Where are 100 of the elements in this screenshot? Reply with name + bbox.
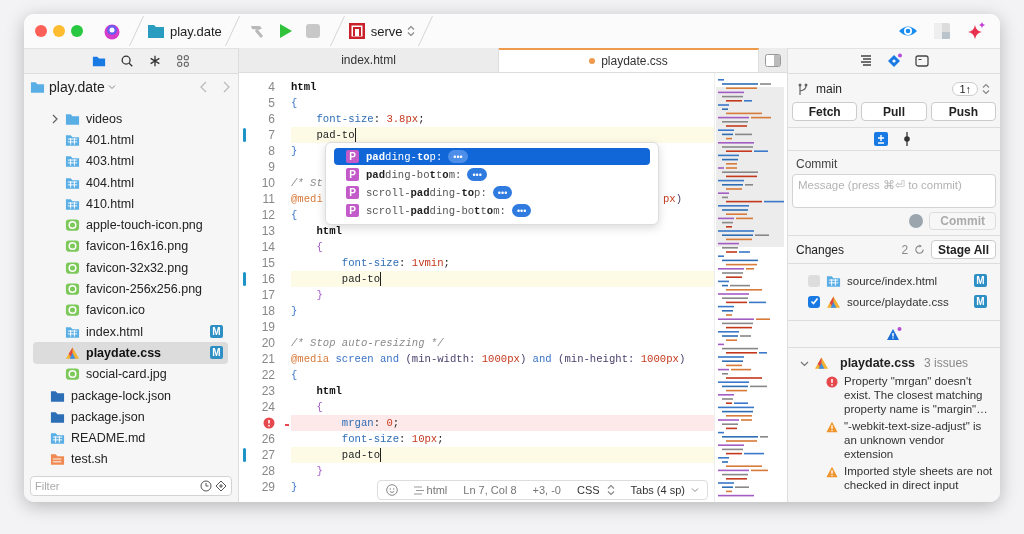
file-row[interactable]: videos [33, 108, 228, 130]
warning-icon[interactable] [886, 326, 902, 342]
checkbox[interactable] [808, 274, 820, 287]
line-number: 27 [261, 448, 275, 462]
file-name: playdate.css [86, 345, 162, 360]
git-action-button[interactable]: Fetch [792, 102, 858, 121]
line-number: 20 [261, 336, 275, 350]
file-name: package-lock.json [71, 388, 172, 403]
project-root[interactable]: play.date [49, 79, 105, 95]
folder-icon[interactable] [92, 54, 106, 68]
more-button[interactable]: ••• [511, 204, 532, 217]
chevron-right-icon[interactable] [51, 113, 59, 124]
file-path[interactable]: source/playdate.css [847, 295, 949, 308]
completion-item[interactable]: P padding-bottom: ••• [334, 166, 650, 183]
plus-square-icon[interactable] [874, 132, 888, 146]
changes-count: 2 [901, 242, 909, 257]
modified-badge: M [974, 274, 987, 287]
filter-field[interactable]: Filter [30, 476, 232, 496]
triangle-file-icon [65, 345, 80, 360]
file-row[interactable]: apple-touch-icon.png [33, 214, 228, 236]
file-row[interactable]: favicon-256x256.png [33, 278, 228, 300]
diff-stats: +3, -0 [532, 484, 561, 496]
file-name: index.html [86, 324, 143, 339]
file-row[interactable]: test.sh [33, 448, 228, 471]
line-number: 5 [268, 96, 275, 110]
file-row[interactable]: favicon-32x32.png [33, 257, 228, 279]
folder-icon [147, 22, 165, 40]
line-number: 19 [261, 320, 275, 334]
line-number: 13 [261, 224, 275, 238]
folder-icon [65, 111, 80, 126]
cursor-position[interactable]: Ln 7, Col 8 [463, 484, 517, 496]
image-file-icon [65, 303, 80, 318]
diamond-icon[interactable] [886, 53, 902, 69]
updown-icon [406, 25, 415, 37]
git-action-button[interactable]: Push [930, 102, 996, 121]
smiley-icon[interactable] [385, 484, 398, 496]
file-row[interactable]: package-lock.json [33, 384, 228, 407]
line-number: 18 [261, 304, 275, 318]
issue-message: "-webkit-text-size-adjust" is an unknown vendor extension [844, 419, 983, 461]
scope-label[interactable]: html [426, 484, 448, 496]
close-button[interactable] [35, 25, 47, 37]
file-row[interactable]: favicon.ico [33, 299, 228, 321]
more-button[interactable]: ••• [492, 186, 513, 199]
editor-tab[interactable]: playdate.css [499, 48, 759, 72]
file-name: 403.html [86, 154, 134, 169]
commit-message-field[interactable]: Message (press ⌘⏎ to commit) [792, 174, 996, 208]
completion-item[interactable]: P padding-top: ••• [334, 148, 650, 165]
refresh-icon[interactable] [914, 244, 926, 255]
syntax-selector[interactable]: CSS [576, 484, 600, 496]
change-marker [243, 448, 246, 462]
web-file-icon [65, 175, 80, 190]
property-badge: P [346, 204, 359, 217]
file-row[interactable]: 403.html [33, 150, 228, 172]
server-icon [347, 22, 366, 40]
outline-icon[interactable] [858, 53, 874, 69]
search-icon[interactable] [120, 54, 134, 68]
image-file-icon [65, 367, 80, 382]
code-line: } [291, 305, 298, 317]
image-file-icon [65, 218, 80, 233]
asterisk-icon[interactable] [148, 54, 162, 68]
more-button[interactable]: ••• [467, 168, 487, 181]
file-row[interactable]: index.html M [33, 320, 228, 343]
line-number: 7 [268, 128, 275, 142]
diamond-icon[interactable] [215, 480, 227, 492]
line-number: 11 [262, 192, 275, 206]
stage-all-button[interactable]: Stage All [931, 240, 996, 259]
clock-icon[interactable] [200, 480, 212, 492]
code-line: font-size: 10px; [340, 433, 444, 445]
file-row[interactable]: 401.html [33, 129, 228, 151]
deletion-mark [285, 424, 289, 426]
completion-item[interactable]: P scroll-padding-top: ••• [334, 184, 650, 201]
image-file-icon [65, 282, 80, 296]
file-row[interactable]: favicon-16x16.png [33, 235, 228, 258]
file-row[interactable]: 404.html [33, 171, 228, 194]
file-row[interactable]: social-card.jpg [33, 363, 228, 385]
line-number: 8 [268, 144, 275, 158]
modified-badge: M [210, 346, 223, 360]
sidebar-toggle-icon[interactable] [765, 53, 781, 67]
grid-icon[interactable] [176, 54, 190, 68]
git-action-button[interactable]: Pull [861, 102, 927, 121]
completion-item[interactable]: P scroll-padding-bottom: ••• [334, 202, 650, 219]
scheme-selector[interactable]: serve [370, 23, 403, 39]
file-row[interactable]: playdate.css M [33, 342, 228, 364]
file-row[interactable]: 410.html [33, 193, 228, 215]
project-name[interactable]: play.date [170, 23, 222, 39]
file-path[interactable]: source/index.html [847, 274, 938, 287]
script-file-icon [50, 452, 65, 467]
branch-name[interactable]: main [816, 82, 842, 96]
zoom-button[interactable] [71, 25, 83, 37]
code-line: pad-to [340, 272, 381, 286]
file-name: social-card.jpg [86, 367, 167, 382]
file-row[interactable]: README.md [33, 427, 228, 449]
window-icon[interactable] [914, 53, 930, 69]
code-line: pad-to [340, 448, 381, 462]
section-label: Changes [796, 242, 845, 257]
line-number: 26 [261, 432, 275, 446]
checkbox[interactable] [808, 295, 820, 308]
file-row[interactable]: package.json [33, 406, 228, 428]
indent-selector[interactable]: Tabs (4 sp) [630, 484, 685, 496]
warning-icon [826, 466, 838, 478]
